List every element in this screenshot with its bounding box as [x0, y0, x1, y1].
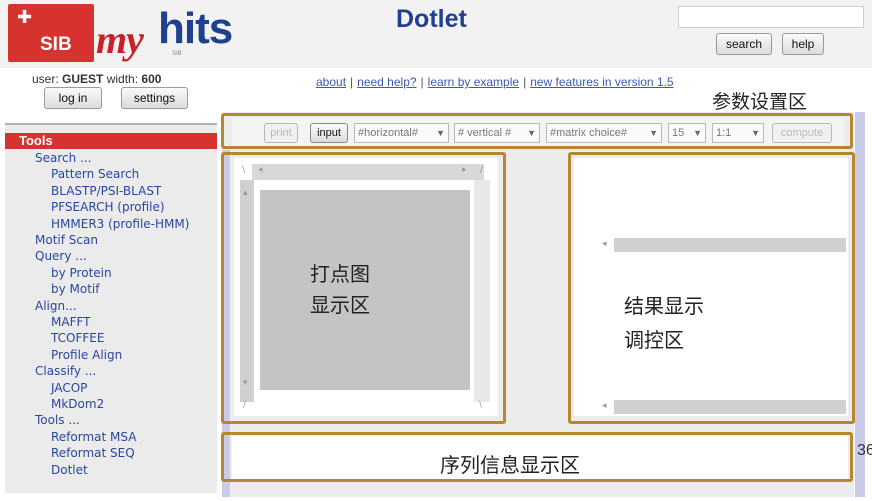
sidebar-header: Tools	[5, 133, 217, 149]
header: ✚ SIB my hits SIB Dotlet search help	[0, 0, 872, 68]
sidebar-item[interactable]: TCOFFEE	[51, 331, 104, 345]
user-info: user: GUEST width: 600	[32, 72, 161, 86]
nav-link-need-help[interactable]: need help?	[357, 75, 416, 89]
sidebar-item[interactable]: by Protein	[51, 266, 112, 280]
sidebar-item[interactable]: Dotlet	[51, 463, 88, 477]
annotation-dotplot-box	[221, 152, 506, 424]
sidebar-item[interactable]: Reformat MSA	[51, 430, 136, 444]
help-button[interactable]: help	[782, 33, 824, 55]
annotation-params-box	[221, 113, 853, 149]
sidebar-item[interactable]: Profile Align	[51, 348, 122, 362]
settings-button[interactable]: settings	[121, 87, 188, 109]
annotation-result-label-2: 调控区	[624, 328, 684, 352]
user-name: GUEST	[62, 72, 104, 86]
nav-link-learn-by-example[interactable]: learn by example	[428, 75, 519, 89]
sidebar-item[interactable]: Reformat SEQ	[51, 446, 135, 460]
width-label: width:	[106, 72, 139, 86]
annotation-result-box	[568, 152, 855, 424]
nav-link-about[interactable]: about	[316, 75, 346, 89]
plus-icon: ✚	[17, 7, 33, 28]
width-value: 600	[141, 72, 162, 86]
info-number: 36	[857, 442, 872, 459]
sidebar-item[interactable]: Pattern Search	[51, 167, 139, 181]
login-button[interactable]: log in	[44, 87, 102, 109]
sib-logo: ✚ SIB	[8, 4, 94, 62]
sidebar-item[interactable]: Query ...	[35, 249, 87, 263]
right-border-strip	[855, 112, 865, 497]
sidebar-item[interactable]: Classify ...	[35, 364, 96, 378]
search-button[interactable]: search	[716, 33, 772, 55]
logo-hits-text: hits	[158, 4, 233, 53]
sidebar-item[interactable]: by Motif	[51, 282, 100, 296]
annotation-params-label: 参数设置区	[712, 91, 808, 113]
sidebar-item[interactable]: BLASTP/PSI-BLAST	[51, 184, 161, 198]
annotation-info-label: 序列信息显示区	[440, 453, 580, 477]
sidebar: Tools Search ... Pattern Search BLASTP/PSI…	[5, 123, 217, 493]
top-nav: about | need help? | learn by example | new fe…	[316, 75, 674, 89]
nav-link-new-features[interactable]: new features in version 1.5	[530, 75, 673, 89]
sidebar-item[interactable]: Align...	[35, 299, 77, 313]
annotation-dotplot-label-2: 显示区	[310, 293, 370, 317]
logo-my-text: my	[96, 17, 144, 62]
user-label: user:	[32, 72, 59, 86]
sidebar-item[interactable]: Tools ...	[35, 413, 80, 427]
sidebar-item[interactable]: Motif Scan	[35, 233, 98, 247]
myhits-logo[interactable]: ✚ SIB my hits SIB	[8, 4, 243, 64]
search-input[interactable]	[678, 6, 864, 28]
sidebar-item[interactable]: JACOP	[51, 381, 87, 395]
page-title: Dotlet	[396, 5, 467, 33]
annotation-dotplot-label-1: 打点图	[310, 262, 370, 286]
sidebar-item[interactable]: Search ...	[35, 151, 91, 165]
sidebar-item[interactable]: MAFFT	[51, 315, 91, 329]
annotation-result-label-1: 结果显示	[624, 294, 704, 318]
logo-sub-text: SIB	[172, 51, 182, 57]
sidebar-item[interactable]: PFSEARCH (profile)	[51, 200, 165, 214]
sidebar-item[interactable]: MkDom2	[51, 397, 104, 411]
sidebar-item[interactable]: HMMER3 (profile-HMM)	[51, 217, 189, 231]
sib-logo-text: SIB	[40, 34, 72, 55]
